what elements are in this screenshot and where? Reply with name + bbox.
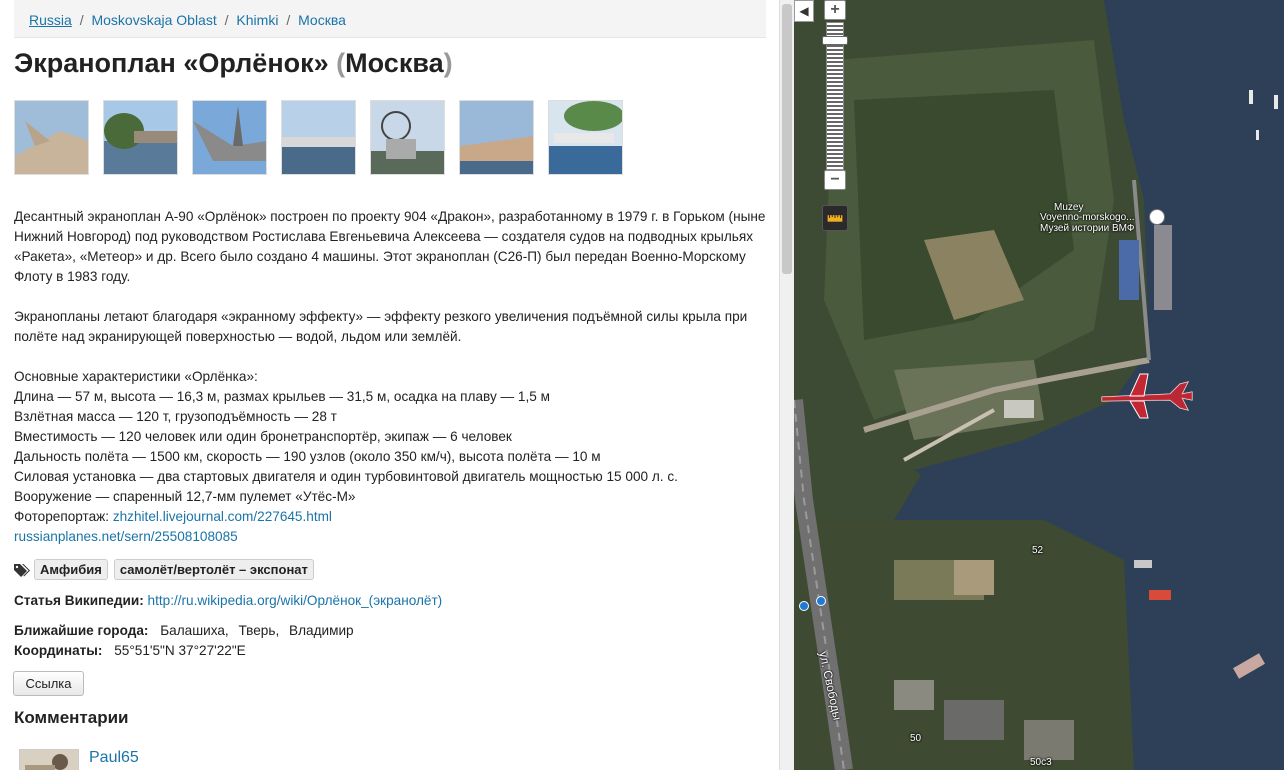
title-main: Экраноплан «Орлёнок» bbox=[14, 48, 329, 78]
tags-icon bbox=[14, 563, 30, 577]
collapse-map-button[interactable]: ◀ bbox=[794, 0, 814, 22]
breadcrumb-link-city[interactable]: Москва bbox=[298, 12, 346, 28]
photo-thumbnail-3[interactable] bbox=[192, 100, 267, 175]
description-paragraph-2: Экранопланы летают благодаря «экранному … bbox=[14, 309, 748, 344]
page-title: Экраноплан «Орлёнок» (Москва) bbox=[14, 48, 453, 79]
bus-stop-icon[interactable] bbox=[816, 596, 826, 606]
photo-thumbnail-5[interactable] bbox=[370, 100, 445, 175]
wiki-line: Статья Википедии: http://ru.wikipedia.or… bbox=[14, 593, 442, 608]
nearby-cities-label: Ближайшие города: bbox=[14, 623, 149, 638]
building-number: 50 bbox=[910, 733, 922, 744]
breadcrumb-link-district[interactable]: Khimki bbox=[236, 12, 278, 28]
specs-title: Основные характеристики «Орлёнка»: bbox=[14, 369, 258, 384]
title-city[interactable]: Москва bbox=[345, 48, 443, 78]
photo-report-link[interactable]: zhzhitel.livejournal.com/227645.html bbox=[113, 509, 332, 524]
scrollbar-thumb[interactable] bbox=[782, 4, 792, 274]
map-label-museum-en2: Voyenno-morskogo... bbox=[1040, 212, 1135, 223]
spec-line: Вместимость — 120 человек или один броне… bbox=[14, 429, 512, 444]
second-link-line: russianplanes.net/sern/25508108085 bbox=[14, 527, 766, 547]
map-label-museum-ru: Музей истории ВМФ bbox=[1040, 223, 1135, 234]
breadcrumb-separator: / bbox=[79, 12, 84, 28]
ruler-icon[interactable] bbox=[822, 205, 848, 231]
nearby-city: Владимир bbox=[289, 623, 354, 638]
airplane-marker-icon[interactable] bbox=[1100, 370, 1194, 420]
photo-thumbnail-7[interactable] bbox=[548, 100, 623, 175]
photo-report-label: Фоторепортаж: bbox=[14, 509, 110, 524]
spec-line: Дальность полёта — 1500 км, скорость — 1… bbox=[14, 449, 601, 464]
bus-stop-icon[interactable] bbox=[799, 601, 809, 611]
description: Десантный экраноплан А-90 «Орлёнок» пост… bbox=[14, 207, 766, 547]
wiki-link[interactable]: http://ru.wikipedia.org/wiki/Орлёнок_(эк… bbox=[148, 593, 443, 608]
satellite-map[interactable]: ◀ + − Muzey Voyenno-morskogo... Музей ис… bbox=[794, 0, 1284, 770]
comments-heading: Комментарии bbox=[14, 708, 129, 727]
breadcrumb-separator: / bbox=[286, 12, 291, 28]
photo-report-line: Фоторепортаж: zhzhitel.livejournal.com/2… bbox=[14, 507, 766, 527]
building-number: 52 bbox=[1032, 545, 1044, 556]
avatar[interactable] bbox=[19, 749, 79, 770]
spec-line: Взлётная масса — 120 т, грузоподъёмность… bbox=[14, 409, 337, 424]
spec-line: Силовая установка — два стартовых двигат… bbox=[14, 469, 678, 484]
photo-thumbnail-1[interactable] bbox=[14, 100, 89, 175]
photo-thumbnail-2[interactable] bbox=[103, 100, 178, 175]
page-scrollbar[interactable] bbox=[779, 0, 794, 770]
photo-gallery bbox=[14, 100, 637, 175]
tag-list: Амфибия самолёт/вертолёт – экспонат bbox=[14, 559, 320, 580]
zoom-in-button[interactable]: + bbox=[824, 0, 846, 20]
zoom-control: + − bbox=[822, 0, 848, 195]
spec-line: Вооружение — спаренный 12,7-мм пулемет «… bbox=[14, 489, 356, 504]
breadcrumb: Russia / Moskovskaja Oblast / Khimki / М… bbox=[14, 0, 766, 38]
title-paren-open: ( bbox=[336, 48, 346, 78]
description-paragraph-1: Десантный экраноплан А-90 «Орлёнок» пост… bbox=[14, 209, 766, 284]
zoom-out-button[interactable]: − bbox=[824, 170, 846, 190]
wiki-label: Статья Википедии: bbox=[14, 593, 144, 608]
map-satellite-imagery bbox=[794, 0, 1284, 770]
nearby-cities: Ближайшие города: Балашиха, Тверь, Влади… bbox=[14, 623, 360, 638]
title-paren-close: ) bbox=[443, 48, 453, 78]
breadcrumb-link-region[interactable]: Moskovskaja Oblast bbox=[91, 12, 216, 28]
comment-author-link[interactable]: Paul65 bbox=[89, 749, 139, 767]
tag-amphibia[interactable]: Амфибия bbox=[34, 559, 108, 580]
breadcrumb-link-country[interactable]: Russia bbox=[29, 12, 72, 28]
link-button[interactable]: Ссылка bbox=[13, 671, 84, 696]
building-number: 50с3 bbox=[1030, 757, 1052, 768]
russianplanes-link[interactable]: russianplanes.net/sern/25508108085 bbox=[14, 529, 238, 544]
nearby-city: Тверь, bbox=[238, 623, 280, 638]
coordinates-label: Координаты: bbox=[14, 643, 103, 658]
breadcrumb-separator: / bbox=[224, 12, 229, 28]
coordinates-value: 55°51'5"N 37°27'22"E bbox=[114, 643, 246, 658]
tag-aircraft-exhibit[interactable]: самолёт/вертолёт – экспонат bbox=[113, 559, 314, 580]
coordinates: Координаты: 55°51'5"N 37°27'22"E bbox=[14, 643, 246, 658]
zoom-slider-handle[interactable] bbox=[822, 36, 848, 45]
content-panel: Russia / Moskovskaja Oblast / Khimki / М… bbox=[0, 0, 779, 770]
spec-line: Длина — 57 м, высота — 16,3 м, размах кр… bbox=[14, 389, 550, 404]
photo-thumbnail-6[interactable] bbox=[459, 100, 534, 175]
museum-icon[interactable] bbox=[1149, 209, 1165, 225]
nearby-city: Балашиха, bbox=[160, 623, 229, 638]
photo-thumbnail-4[interactable] bbox=[281, 100, 356, 175]
